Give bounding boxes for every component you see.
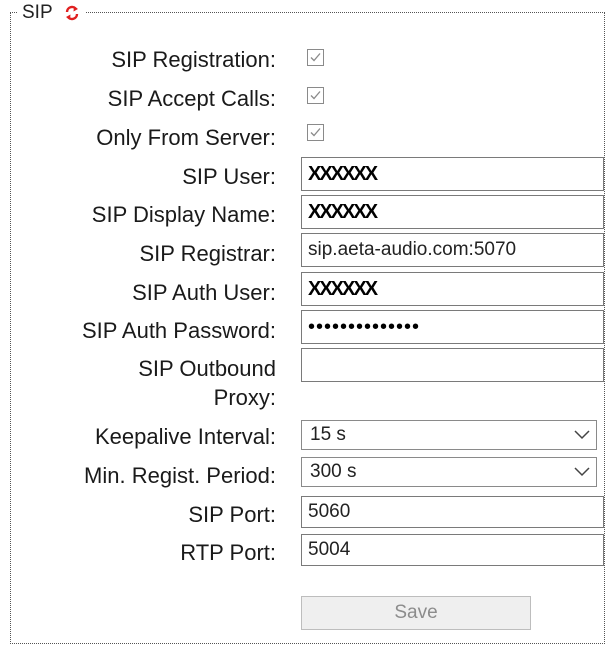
keepalive-interval-value: 15 s <box>310 424 346 445</box>
sip-registrar-label: SIP Registrar: <box>139 241 276 266</box>
min-regist-period-label: Min. Regist. Period: <box>84 463 276 488</box>
sip-auth-user-label: SIP Auth User: <box>132 280 276 305</box>
sip-outbound-proxy-label: SIP Outbound Proxy: <box>138 356 276 410</box>
sip-auth-password-input[interactable]: •••••••••••••• <box>301 310 604 344</box>
keepalive-interval-label: Keepalive Interval: <box>95 424 276 449</box>
chevron-down-icon <box>574 467 590 477</box>
sip-section-legend: SIP <box>18 2 85 24</box>
sip-registration-checkbox[interactable] <box>307 49 324 66</box>
min-regist-period-select[interactable]: 300 s <box>301 457 597 487</box>
only-from-server-label: Only From Server: <box>96 125 276 150</box>
sip-port-input[interactable]: 5060 <box>301 496 604 528</box>
save-button[interactable]: Save <box>301 596 531 630</box>
sip-display-name-input[interactable]: XXXXXX <box>301 195 604 229</box>
rtp-port-input[interactable]: 5004 <box>301 534 604 566</box>
sip-outbound-proxy-input[interactable] <box>301 348 604 382</box>
sip-accept-calls-label: SIP Accept Calls: <box>107 86 276 111</box>
keepalive-interval-select[interactable]: 15 s <box>301 420 597 450</box>
checkmark-icon <box>310 128 321 137</box>
checkmark-icon <box>310 91 321 100</box>
checkmark-icon <box>310 53 321 62</box>
rtp-port-label: RTP Port: <box>180 540 276 565</box>
sip-auth-password-label: SIP Auth Password: <box>81 318 276 343</box>
section-title: SIP <box>22 2 53 23</box>
refresh-icon[interactable] <box>65 5 79 21</box>
sip-registrar-input[interactable]: sip.aeta-audio.com:5070 <box>301 233 604 267</box>
sip-registration-label: SIP Registration: <box>111 47 276 72</box>
chevron-down-icon <box>574 430 590 440</box>
only-from-server-checkbox[interactable] <box>307 124 324 141</box>
min-regist-period-value: 300 s <box>310 461 357 482</box>
sip-auth-user-input[interactable]: XXXXXX <box>301 272 604 306</box>
sip-display-name-label: SIP Display Name: <box>91 202 276 227</box>
sip-user-label: SIP User: <box>182 164 276 189</box>
sip-port-label: SIP Port: <box>188 502 276 527</box>
sip-user-input[interactable]: XXXXXX <box>301 157 604 191</box>
sip-accept-calls-checkbox[interactable] <box>307 87 324 104</box>
